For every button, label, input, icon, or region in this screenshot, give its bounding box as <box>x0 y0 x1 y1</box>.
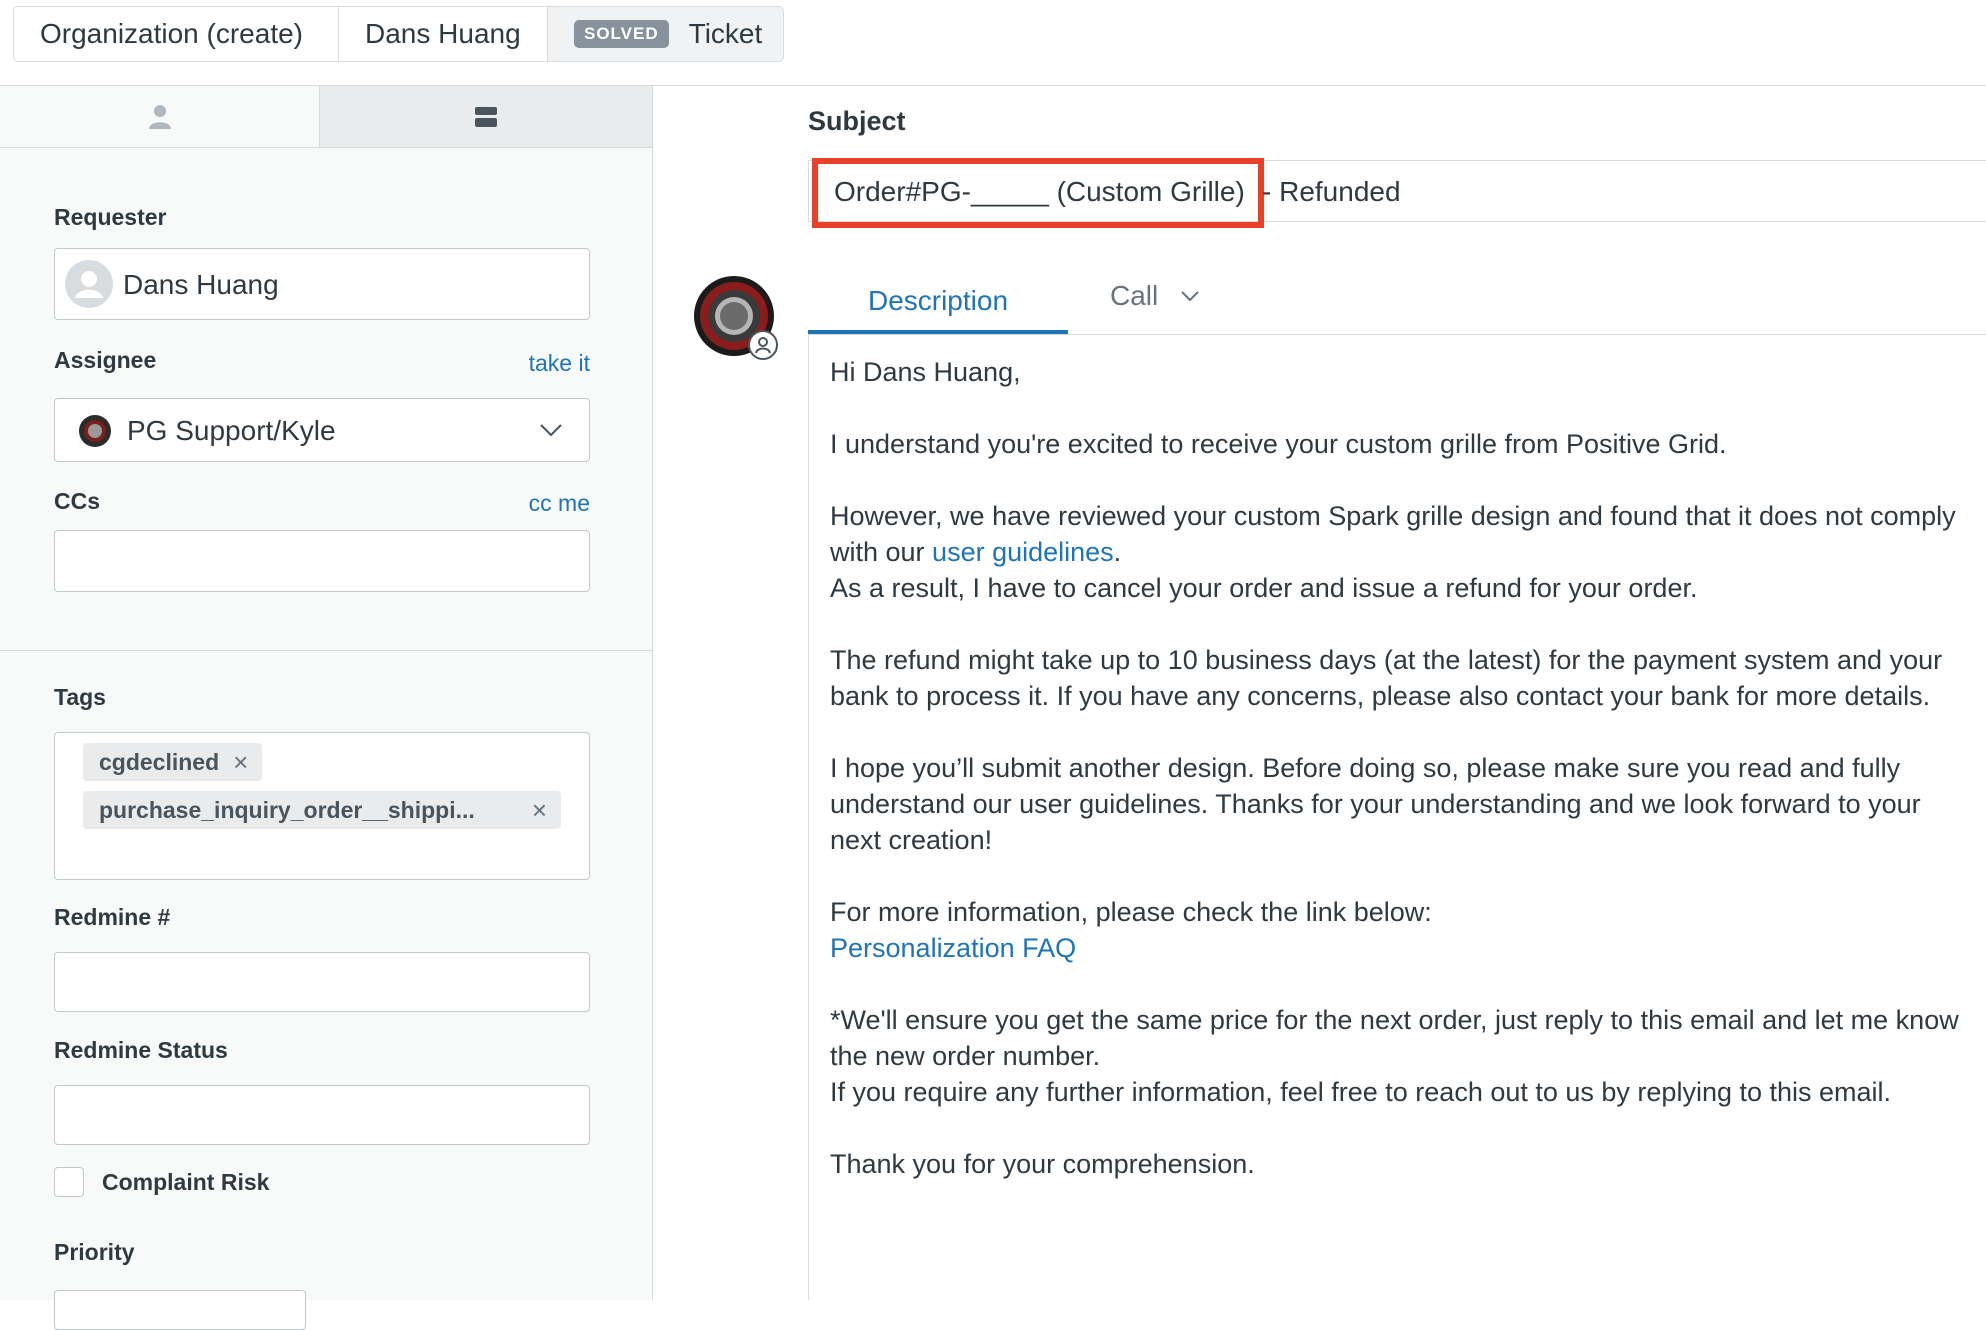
agent-icon <box>748 330 778 360</box>
message-paragraph: As a result, I have to cancel your order… <box>830 573 1698 603</box>
message-text: . <box>1113 537 1122 567</box>
message-greeting: Hi Dans Huang, <box>830 357 1021 387</box>
sender-avatar <box>694 276 778 360</box>
subject-rest-text: - Refunded <box>1262 176 1401 207</box>
message-paragraph: For more information, please check the l… <box>830 897 1432 927</box>
priority-dropdown[interactable] <box>54 1290 306 1330</box>
close-icon[interactable]: × <box>532 795 547 826</box>
user-icon <box>148 104 171 129</box>
status-badge: SOLVED <box>574 20 669 48</box>
ticket-properties-panel: Requester Dans Huang Assignee take it PG… <box>0 86 653 1330</box>
complaint-risk-checkbox[interactable] <box>54 1167 84 1197</box>
chevron-down-icon <box>540 424 562 437</box>
tag-label: purchase_inquiry_order__shippi... <box>99 796 475 823</box>
tab-ticket[interactable]: SOLVED Ticket <box>548 7 783 61</box>
requester-label: Requester <box>54 204 167 230</box>
requester-field[interactable]: Dans Huang <box>54 248 590 320</box>
priority-label: Priority <box>54 1239 135 1265</box>
complaint-risk-label: Complaint Risk <box>102 1169 270 1195</box>
take-it-link[interactable]: take it <box>480 350 590 377</box>
subject-highlighted-text: Order#PG-_____ (Custom Grille) <box>834 176 1245 207</box>
tags-field[interactable]: cgdeclined × purchase_inquiry_order__shi… <box>54 732 590 880</box>
user-guidelines-link[interactable]: user guidelines <box>932 537 1114 567</box>
top-tab-bar: Organization (create) Dans Huang SOLVED … <box>0 0 1986 86</box>
message-paragraph: However, we have reviewed your custom Sp… <box>830 498 1970 570</box>
tab-user-info[interactable] <box>0 86 320 147</box>
breadcrumb: Organization (create) Dans Huang SOLVED … <box>13 6 784 62</box>
chevron-down-icon <box>1181 291 1199 302</box>
message-paragraph: The refund might take up to 10 business … <box>830 645 1943 711</box>
close-icon[interactable]: × <box>233 747 248 778</box>
message-body: Hi Dans Huang, I understand you're excit… <box>830 354 1970 1218</box>
tab-ticket-label: Ticket <box>688 18 763 49</box>
assignee-dropdown[interactable]: PG Support/Kyle <box>54 398 590 462</box>
ticket-icon <box>475 106 497 127</box>
assignee-avatar <box>79 415 111 447</box>
tab-description[interactable]: Description <box>808 272 1068 334</box>
tab-requester[interactable]: Dans Huang <box>339 7 548 61</box>
cc-me-link[interactable]: cc me <box>480 490 590 517</box>
redmine-status-input[interactable] <box>54 1085 590 1145</box>
message-paragraph: Personalization FAQ <box>830 930 1970 966</box>
requester-value: Dans Huang <box>123 269 279 300</box>
tag-item[interactable]: cgdeclined × <box>83 743 263 781</box>
personalization-faq-link[interactable]: Personalization FAQ <box>830 933 1076 963</box>
message-paragraph: *We'll ensure you get the same price for… <box>830 1005 1959 1071</box>
tags-label: Tags <box>54 684 106 710</box>
ccs-label: CCs <box>54 488 101 514</box>
message-paragraph: Thank you for your comprehension. <box>830 1149 1255 1179</box>
message-paragraph: I understand you're excited to receive y… <box>830 429 1727 459</box>
redmine-status-label: Redmine Status <box>54 1037 228 1063</box>
tag-label: cgdeclined <box>99 748 220 775</box>
assignee-value: PG Support/Kyle <box>127 415 336 446</box>
tab-call[interactable]: Call <box>1110 280 1200 312</box>
message-paragraph: If you require any further information, … <box>830 1077 1892 1107</box>
redmine-input[interactable] <box>54 952 590 1012</box>
ccs-input[interactable] <box>54 530 590 592</box>
panel-divider <box>0 650 652 651</box>
panel-tabs <box>0 86 652 148</box>
redmine-label: Redmine # <box>54 904 171 930</box>
assignee-label: Assignee <box>54 347 157 373</box>
tag-item[interactable]: purchase_inquiry_order__shippi... × <box>83 791 561 829</box>
tab-call-label: Call <box>1110 280 1159 311</box>
tab-ticket-properties[interactable] <box>320 86 652 147</box>
message-paragraph: I hope you’ll submit another design. Bef… <box>830 753 1921 855</box>
subject-label: Subject <box>808 106 906 136</box>
avatar <box>65 260 113 308</box>
tab-organization-create[interactable]: Organization (create) <box>14 7 339 61</box>
